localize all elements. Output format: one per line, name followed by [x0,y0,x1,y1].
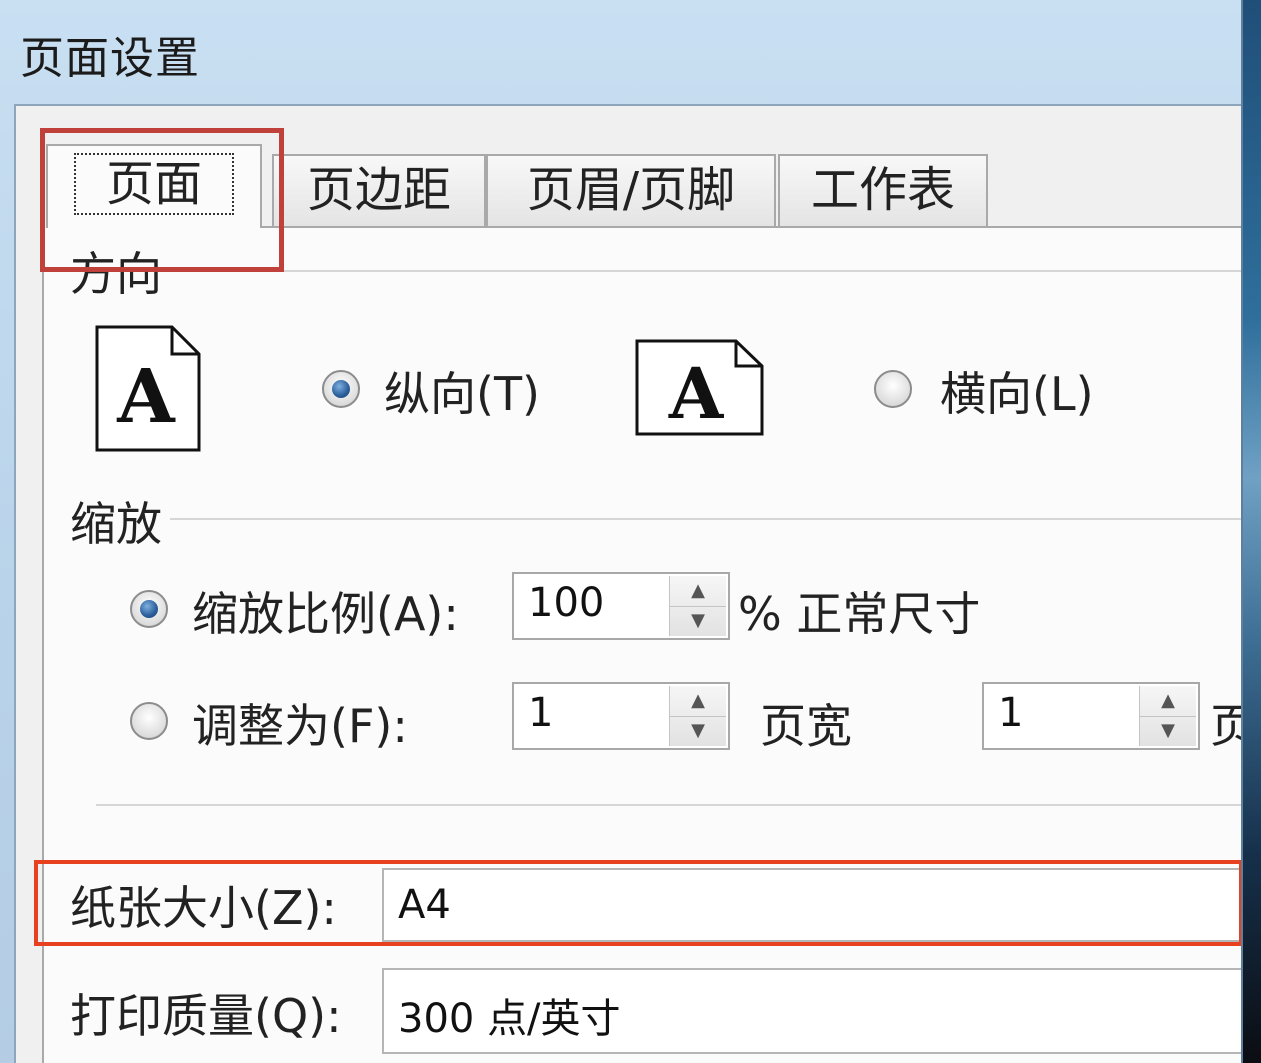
spin-down-icon[interactable]: ▼ [670,716,726,746]
spin-up-icon[interactable]: ▲ [670,576,726,607]
tab-margins[interactable]: 页边距 [272,154,486,226]
print-quality-label: 打印质量(Q): [70,989,342,1043]
orientation-heading: 方向 [70,238,170,304]
paper-divider [96,804,1241,806]
fit-height-stepper[interactable]: 1 ▲ ▼ [982,682,1200,750]
fit-width-suffix: 页宽 [760,699,852,753]
print-quality-value: 300 点/英寸 [398,996,621,1042]
dialog-title: 页面设置 [20,33,200,84]
svg-text:A: A [116,354,176,440]
orientation-divider [170,270,1241,272]
tab-page-label: 页面 [73,153,234,215]
fit-height-value[interactable]: 1 [998,690,1023,736]
fit-width-spin-buttons[interactable]: ▲ ▼ [669,686,726,746]
scaling-heading: 缩放 [70,488,170,554]
fit-width-value[interactable]: 1 [528,690,553,736]
tab-page[interactable]: 页面 [46,144,262,228]
portrait-radio[interactable] [322,370,360,408]
paper-size-value: A4 [398,882,451,928]
fit-width-stepper[interactable]: 1 ▲ ▼ [512,682,730,750]
page-setup-dialog: 页面设置 页面 页边距 页眉/页脚 工作表 方向 A 纵向(T) A 横向(L)… [0,0,1243,1063]
tab-margins-label: 页边距 [306,162,451,218]
fit-height-suffix: 页 [1210,690,1241,756]
fit-to-label: 调整为(F): [192,699,408,753]
landscape-label: 横向(L) [940,367,1094,421]
spin-down-icon[interactable]: ▼ [670,606,726,636]
paper-size-select[interactable]: A4 [382,868,1241,942]
landscape-page-icon: A [635,339,764,436]
tab-header-footer-label: 页眉/页脚 [526,162,736,218]
scale-percent-label: 缩放比例(A): [192,587,459,641]
scale-percent-value[interactable]: 100 [528,580,604,626]
scale-percent-radio[interactable] [130,590,168,628]
tab-header-footer[interactable]: 页眉/页脚 [486,154,776,226]
fit-to-radio[interactable] [130,702,168,740]
paper-size-label: 纸张大小(Z): [70,881,337,935]
scale-percent-stepper[interactable]: 100 ▲ ▼ [512,572,730,640]
scaling-divider [170,518,1241,520]
svg-text:A: A [668,352,725,435]
landscape-radio[interactable] [874,370,912,408]
fit-height-spin-buttons[interactable]: ▲ ▼ [1139,686,1196,746]
spin-up-icon[interactable]: ▲ [1140,686,1196,717]
tab-sheet-label: 工作表 [810,162,955,218]
spin-down-icon[interactable]: ▼ [1140,716,1196,746]
tab-sheet[interactable]: 工作表 [778,154,988,226]
portrait-label: 纵向(T) [384,367,540,421]
scale-spin-buttons[interactable]: ▲ ▼ [669,576,726,636]
portrait-page-icon: A [95,325,201,452]
print-quality-select[interactable]: 300 点/英寸 [382,968,1241,1054]
spin-up-icon[interactable]: ▲ [670,686,726,717]
scale-percent-suffix: % 正常尺寸 [738,587,981,641]
